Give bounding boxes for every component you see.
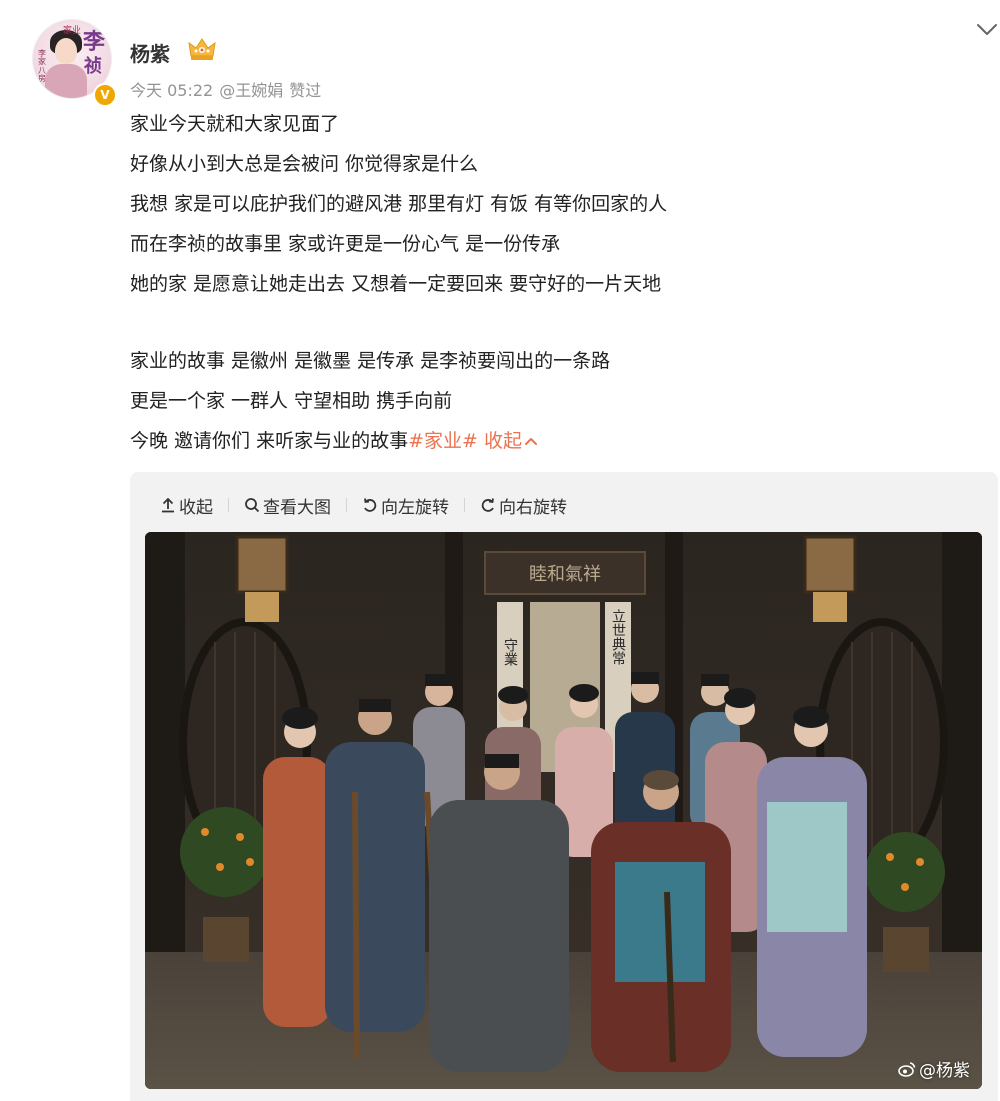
avatar-figure-body — [45, 64, 87, 98]
weibo-logo-icon — [898, 1061, 916, 1077]
hashtag-link[interactable]: #家业# — [408, 430, 478, 452]
avatar-top-text: 家业 — [63, 26, 82, 36]
collapse-text-label: 收起 — [477, 430, 522, 452]
author-name[interactable]: 杨紫 — [130, 38, 170, 67]
post-line: 更是一个家 一群人 守望相助 携手向前 — [130, 390, 453, 412]
weibo-post: 家业 李 祯 李家八房 V 杨紫 今天 05:22 @王婉娟 赞过 家业今天就和大家… — [0, 0, 1000, 1101]
avatar-main-char-1: 李 — [82, 30, 105, 55]
rotate-left-label: 向左旋转 — [381, 497, 449, 518]
mention-link[interactable]: @王婉娟 — [219, 81, 283, 100]
rotate-right-label: 向右旋转 — [499, 497, 567, 518]
post-time[interactable]: 今天 05:22 — [130, 81, 213, 100]
liked-label: 赞过 — [289, 81, 322, 100]
collapse-image-label: 收起 — [179, 497, 213, 518]
avatar-side-text: 李家八房 — [38, 49, 46, 84]
post-meta: 今天 05:22 @王婉娟 赞过 — [130, 77, 327, 101]
post-photo[interactable]: 睦和氣祥 守業 立世典常 @杨紫 — [145, 532, 982, 1089]
chevron-down-icon[interactable] — [974, 16, 1000, 42]
rotate-right-icon — [481, 498, 494, 512]
post-line: 家业今天就和大家见面了 — [130, 113, 340, 135]
view-large-button[interactable]: 查看大图 — [244, 493, 331, 518]
post-text: 家业今天就和大家见面了 好像从小到大总是会被问 你觉得家是什么 我想 家是可以庇… — [130, 104, 990, 461]
photo-watermark: @杨紫 — [898, 1056, 970, 1081]
upload-arrow-icon — [162, 497, 174, 513]
avatar-main-char-2: 祯 — [84, 56, 102, 77]
toolbar-divider — [346, 498, 347, 512]
watermark-text: @杨紫 — [919, 1061, 970, 1081]
chevron-up-icon — [524, 438, 537, 445]
view-large-label: 查看大图 — [263, 497, 331, 518]
couplet-right-text: 立世典常 — [610, 609, 626, 665]
post-line: 家业的故事 是徽州 是徽墨 是传承 是李祯要闯出的一条路 — [130, 350, 611, 372]
post-line: 而在李祯的故事里 家或许更是一份心气 是一份传承 — [130, 233, 561, 255]
post-line-blank — [130, 304, 990, 341]
signboard-text: 睦和氣祥 — [529, 564, 601, 585]
rotate-right-button[interactable]: 向右旋转 — [480, 493, 567, 518]
media-toolbar: 收起 查看大图 向左旋转 向右旋转 — [160, 490, 567, 520]
verified-badge-icon: V — [93, 83, 117, 107]
avatar-figure-head — [55, 38, 77, 64]
crown-icon[interactable] — [187, 36, 217, 62]
post-line: 她的家 是愿意让她走出去 又想着一定要回来 要守好的一片天地 — [130, 273, 662, 295]
post-line-last: 今晚 邀请你们 来听家与业的故事#家业# 收起 — [130, 421, 990, 461]
couplet-left-text: 守業 — [502, 638, 518, 666]
photo-scene: 睦和氣祥 守業 立世典常 — [145, 532, 982, 1089]
post-line: 我想 家是可以庇护我们的避风港 那里有灯 有饭 有等你回家的人 — [130, 193, 668, 215]
collapse-text-link[interactable]: 收起 — [478, 430, 538, 452]
rotate-left-button[interactable]: 向左旋转 — [362, 493, 449, 518]
search-icon — [245, 498, 260, 513]
post-line: 好像从小到大总是会被问 你觉得家是什么 — [130, 153, 479, 175]
avatar[interactable]: 家业 李 祯 李家八房 V — [32, 19, 117, 107]
rotate-left-icon — [364, 498, 377, 512]
toolbar-divider — [228, 498, 229, 512]
collapse-image-button[interactable]: 收起 — [160, 493, 213, 518]
media-card: 收起 查看大图 向左旋转 向右旋转 睦和氣祥 守業 立世典常 @杨紫 — [130, 472, 998, 1101]
toolbar-divider — [464, 498, 465, 512]
post-line-text: 今晚 邀请你们 来听家与业的故事 — [130, 430, 409, 452]
